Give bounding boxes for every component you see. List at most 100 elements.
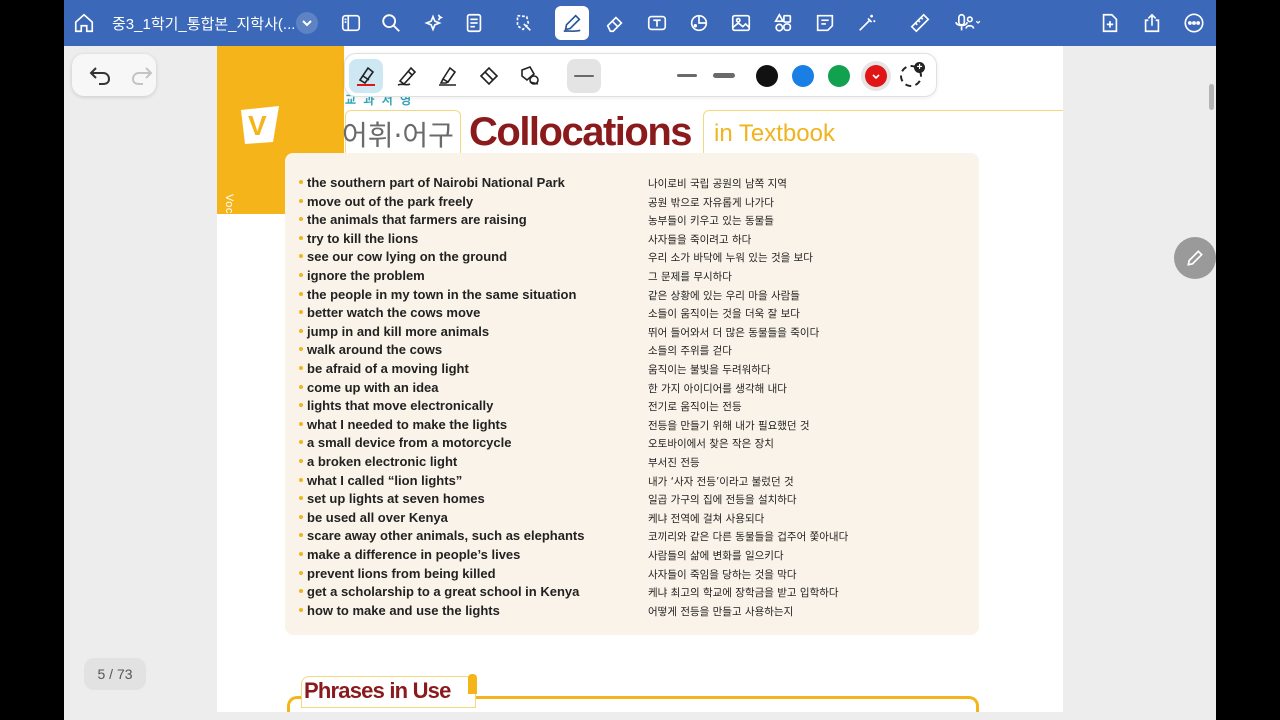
- elements-icon[interactable]: [769, 9, 797, 37]
- phrases-title: Phrases in Use: [304, 678, 451, 703]
- collocation-row: the animals that farmers are raising 농부들이…: [285, 212, 979, 230]
- collocation-table: the southern part of Nairobi National Pa…: [285, 153, 979, 635]
- bullet-point: [299, 440, 303, 445]
- collocation-row: lights that move electronically 전기로 움직이는 …: [285, 398, 979, 416]
- collocation-row: what I called “lion lights” 내가 ‘사자 전등’이라고…: [285, 473, 979, 491]
- color-black-swatch[interactable]: [756, 65, 778, 87]
- korean-translation: 한 가지 아이디어를 생각해 내다: [648, 382, 787, 395]
- english-phrase: jump in and kill more animals: [307, 323, 490, 339]
- fountain-pen-icon[interactable]: [349, 59, 383, 93]
- ruler-icon[interactable]: [906, 9, 934, 37]
- chevron-down-icon[interactable]: [296, 12, 318, 34]
- app-screen: 중3_1학기_통합본_지학사(... V Vocabulary 교 과 서 영 …: [64, 0, 1216, 720]
- collocation-row: the southern part of Nairobi National Pa…: [285, 175, 979, 193]
- bullet-point: [299, 347, 303, 352]
- floating-pencil-button[interactable]: [1174, 237, 1216, 279]
- more-icon[interactable]: [1180, 9, 1208, 37]
- add-color-button[interactable]: +: [900, 62, 925, 87]
- collocation-row: be used all over Kenya 케냐 전역에 걸쳐 사용되다: [285, 510, 979, 528]
- collocation-row: make a difference in people’s lives 사람들의 …: [285, 547, 979, 565]
- magic-wand-icon[interactable]: [853, 9, 881, 37]
- page-icon[interactable]: [460, 9, 488, 37]
- english-phrase: lights that move electronically: [307, 398, 494, 414]
- english-phrase: a broken electronic light: [307, 454, 458, 469]
- korean-translation: 전등을 만들기 위해 내가 필요했던 것: [648, 419, 810, 432]
- english-phrase: scare away other animals, such as elepha…: [307, 528, 585, 544]
- collocation-row: walk around the cows 소들의 주위를 걷다: [285, 342, 979, 360]
- korean-translation: 사람들의 삶에 변화를 일으키다: [648, 550, 784, 562]
- textbox-icon[interactable]: [643, 9, 671, 37]
- bullet-point: [299, 589, 303, 594]
- collocation-row: move out of the park freely 공원 밖으로 자유롭게 나…: [285, 194, 979, 212]
- english-phrase: come up with an idea: [307, 379, 439, 395]
- document-page[interactable]: V Vocabulary 교 과 서 영 어휘·어구 Collocations …: [217, 46, 1063, 712]
- top-toolbar: 중3_1학기_통합본_지학사(...: [64, 0, 1216, 46]
- bullet-point: [299, 533, 303, 538]
- bullet-point: [299, 570, 303, 575]
- english-phrase: the animals that farmers are raising: [307, 212, 527, 228]
- english-phrase: the southern part of Nairobi National Pa…: [307, 175, 565, 190]
- bullet-point: [299, 180, 303, 184]
- scrollbar[interactable]: [1209, 84, 1214, 110]
- share-icon[interactable]: [1138, 9, 1166, 37]
- korean-translation: 사자들이 죽임을 당하는 것을 막다: [648, 568, 797, 581]
- undo-button[interactable]: [88, 64, 112, 86]
- korean-translation: 사자들을 죽이려고 하다: [648, 233, 752, 246]
- page-subtitle: in Textbook: [714, 120, 835, 147]
- collocation-row: a small device from a motorcycle 오토바이에서 찾…: [285, 435, 979, 453]
- english-phrase: the people in my town in the same situat…: [307, 286, 577, 302]
- bullet-point: [299, 421, 303, 426]
- collocation-row: what I needed to make the lights 전등을 만들기 …: [285, 417, 979, 435]
- bullet-point: [299, 496, 303, 501]
- color-red-swatch[interactable]: [865, 65, 887, 87]
- add-page-icon[interactable]: [1096, 9, 1124, 37]
- document-title[interactable]: 중3_1학기_통합본_지학사(...: [112, 13, 295, 34]
- highlighter-icon[interactable]: [431, 59, 465, 93]
- pen-icon[interactable]: [555, 6, 589, 40]
- collocation-row: the people in my town in the same situat…: [285, 287, 979, 305]
- shapes-icon[interactable]: [685, 9, 713, 37]
- bullet-point: [299, 384, 303, 389]
- collocation-row: better watch the cows move 소들이 움직이는 것을 더욱…: [285, 305, 979, 323]
- sticky-note-icon[interactable]: [811, 9, 839, 37]
- english-phrase: set up lights at seven homes: [307, 491, 485, 507]
- korean-translation: 오토바이에서 찾은 작은 장치: [648, 438, 774, 451]
- image-icon[interactable]: [727, 9, 755, 37]
- bookmark-sparkle-icon[interactable]: [419, 9, 447, 37]
- korean-translation: 케냐 최고의 학교에 장학금을 받고 입학하다: [648, 587, 839, 600]
- ballpoint-pen-icon[interactable]: [390, 59, 424, 93]
- korean-translation: 전기로 움직이는 전등: [648, 401, 742, 414]
- thickness-thick-button[interactable]: [713, 73, 735, 78]
- collocation-row: try to kill the lions 사자들을 죽이려고 하다: [285, 231, 979, 249]
- bullet-point: [299, 477, 303, 482]
- bullet-point: [299, 310, 303, 315]
- page-separator: [217, 712, 1063, 720]
- redo-button[interactable]: [130, 64, 154, 86]
- bullet-point: [299, 291, 303, 296]
- bullet-point: [299, 235, 303, 240]
- english-phrase: move out of the park freely: [307, 193, 474, 209]
- collocation-row: set up lights at seven homes 일곱 가구의 집에 전등…: [285, 491, 979, 509]
- bullet-point: [299, 328, 303, 333]
- bullet-point: [299, 552, 303, 556]
- search-icon[interactable]: [377, 9, 405, 37]
- sidebar-icon[interactable]: [337, 9, 365, 37]
- lasso-tool-icon[interactable]: [513, 59, 547, 93]
- lasso-icon[interactable]: [509, 9, 537, 37]
- bullet-point: [299, 254, 303, 259]
- collocation-row: jump in and kill more animals 뛰어 들어와서 더 많…: [285, 324, 979, 342]
- microphone-icon[interactable]: [948, 9, 988, 37]
- english-phrase: a small device from a motorcycle: [307, 435, 512, 451]
- eraser-tool-icon[interactable]: [472, 59, 506, 93]
- thickness-medium-button[interactable]: [677, 74, 697, 77]
- home-icon[interactable]: [70, 9, 98, 37]
- v-badge: V: [239, 104, 281, 146]
- color-green-swatch[interactable]: [828, 65, 850, 87]
- korean-translation: 소들의 주위를 걷다: [648, 345, 732, 358]
- thickness-thin-button[interactable]: [567, 59, 601, 93]
- color-blue-swatch[interactable]: [792, 65, 814, 87]
- bullet-point: [299, 366, 303, 370]
- eraser-icon[interactable]: [601, 9, 629, 37]
- collocation-row: come up with an idea 한 가지 아이디어를 생각해 내다: [285, 380, 979, 398]
- bullet-point: [299, 607, 303, 612]
